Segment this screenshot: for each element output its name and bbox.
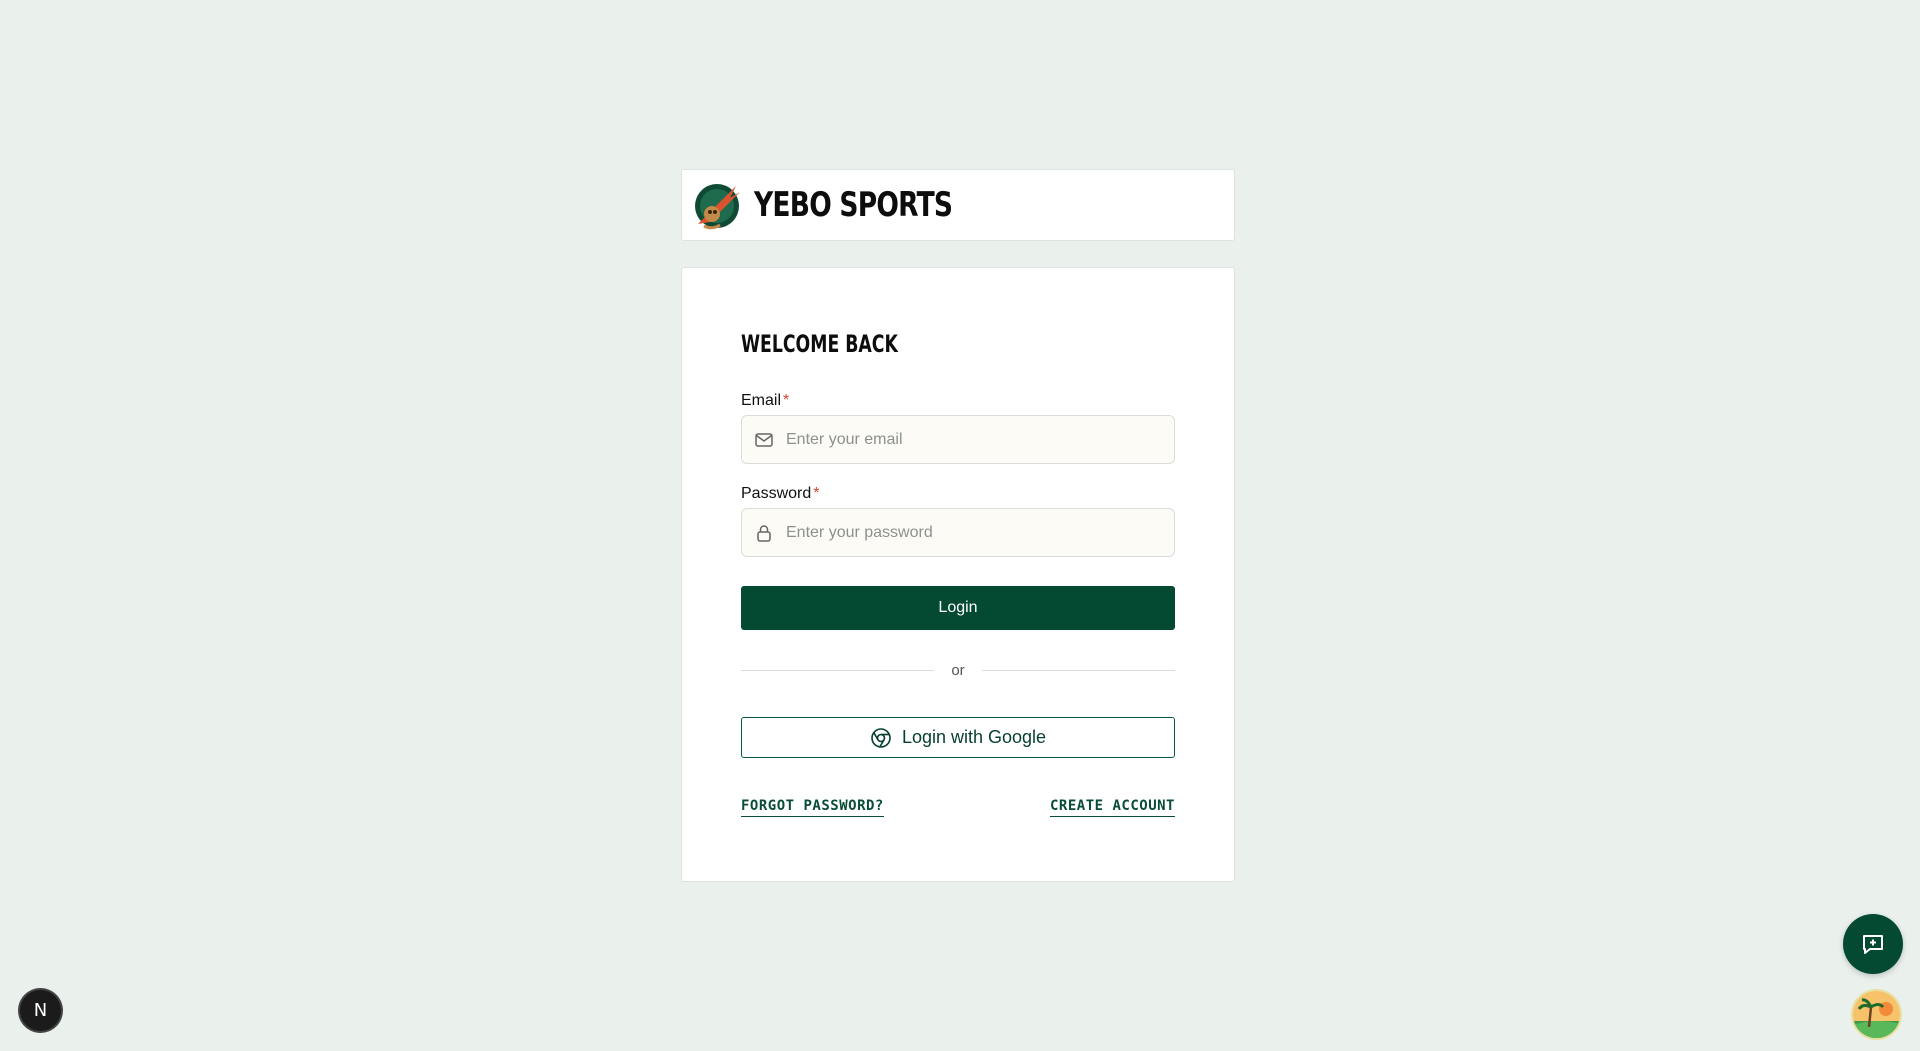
tropical-avatar: [1853, 991, 1900, 1038]
brand-name: YEBO SPORTS: [754, 185, 953, 225]
dev-badge-letter: N: [33, 1000, 48, 1021]
divider-line-right: [981, 669, 1175, 671]
password-required-mark: *: [813, 485, 820, 502]
email-field-wrapper[interactable]: [741, 415, 1175, 464]
email-required-mark: *: [783, 392, 790, 409]
email-label-text: Email: [741, 392, 782, 409]
yebo-sports-logo: [695, 184, 740, 230]
login-with-google-button[interactable]: Login with Google: [741, 717, 1175, 758]
email-field[interactable]: [786, 416, 1166, 463]
mail-icon: [755, 432, 773, 447]
brand-header: YEBO SPORTS: [681, 169, 1235, 241]
password-label-text: Password: [741, 485, 812, 502]
password-field[interactable]: [786, 509, 1166, 556]
login-button[interactable]: Login: [741, 586, 1175, 630]
divider-line-left: [741, 669, 935, 671]
forgot-password-link[interactable]: FORGOT PASSWORD?: [741, 798, 884, 817]
create-account-link[interactable]: CREATE ACCOUNT: [1049, 798, 1175, 817]
password-label: Password *: [741, 485, 819, 503]
new-chat-button[interactable]: [1843, 914, 1903, 974]
lock-icon: [757, 524, 771, 542]
email-label: Email *: [741, 392, 789, 410]
chrome-icon: [871, 727, 891, 748]
divider-text: or: [951, 661, 965, 679]
page-title: WELCOME BACK: [741, 330, 898, 358]
login-card: WELCOME BACK Email* Password* Login or: [681, 267, 1235, 882]
google-button-label: Login with Google: [901, 727, 1047, 747]
dev-tools-badge[interactable]: N: [20, 990, 61, 1031]
message-plus-icon: [1863, 935, 1883, 954]
password-field-wrapper[interactable]: [741, 508, 1175, 557]
or-divider: or: [741, 660, 1175, 680]
avatar[interactable]: [1851, 989, 1902, 1040]
